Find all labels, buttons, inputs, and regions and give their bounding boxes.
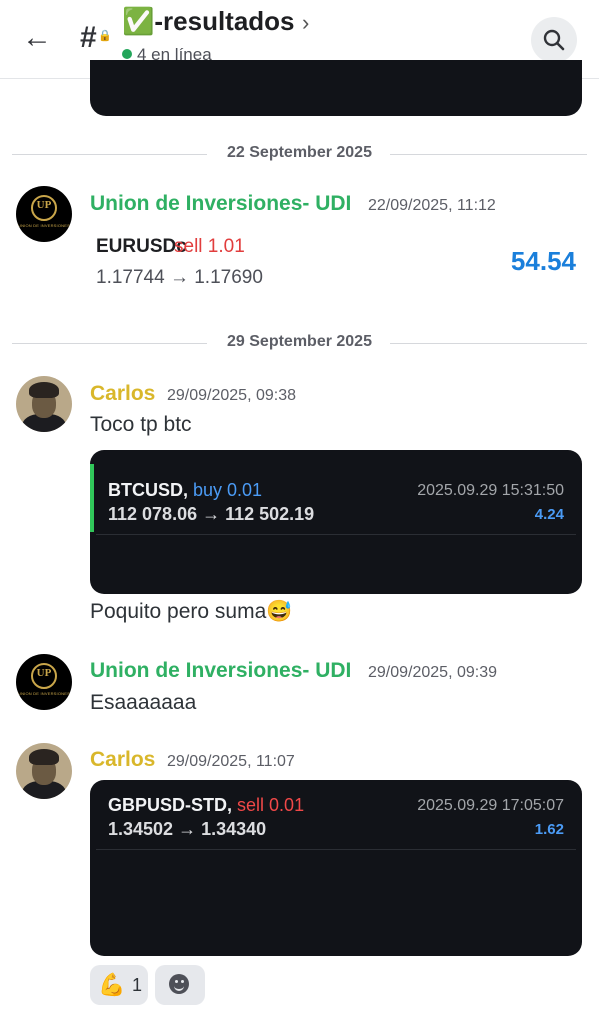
trade-pnl: 1.62 (534, 821, 564, 838)
message-text: Toco tp btc (90, 413, 192, 436)
trade-datetime: 2025.09.29 17:05:07 (417, 797, 564, 814)
message-text: Poquito pero suma😅 (90, 600, 293, 623)
trade-symbol: GBPUSD-STD, sell 0.01 (108, 795, 305, 815)
trade-result-embed[interactable]: EURUSDc sell 1.01 1.17744 → 1.17690 54.5… (90, 226, 582, 292)
date-divider: 29 September 2025 (12, 333, 587, 353)
date-divider: 22 September 2025 (12, 144, 587, 164)
chevron-right-icon[interactable]: › (302, 10, 309, 36)
message-timestamp: 22/09/2025, 11:12 (368, 197, 496, 214)
search-icon (543, 29, 565, 51)
udi-logo: UP (36, 199, 52, 211)
channel-title[interactable]: ✅-resultados (122, 6, 295, 37)
udi-logo: UP (36, 667, 52, 679)
avatar[interactable] (16, 376, 72, 432)
reaction-muscle[interactable]: 💪 1 (90, 965, 148, 1005)
udi-logo-caption: UNION DE INVERSIONES (17, 691, 70, 696)
trade-prices: 112 078.06 → 112 502.19 (108, 504, 315, 524)
message-author[interactable]: Union de Inversiones- UDI (90, 659, 351, 683)
trade-pnl: 54.54 (510, 246, 576, 276)
hash-lock-icon: # 🔒 (80, 21, 112, 54)
trade-side: buy 0.01 (193, 480, 263, 500)
message-timestamp: 29/09/2025, 09:39 (368, 664, 498, 681)
trade-accent-bar (90, 464, 94, 532)
online-dot-icon (122, 49, 132, 59)
date-divider-label: 22 September 2025 (227, 144, 372, 161)
previous-embed-card (90, 60, 582, 116)
trade-prices: 1.34502 → 1.34340 (108, 819, 267, 839)
trade-datetime: 2025.09.29 15:31:50 (417, 482, 564, 499)
reaction-count: 1 (132, 975, 143, 995)
message-author[interactable]: Carlos (90, 748, 155, 772)
message-timestamp: 29/09/2025, 11:07 (167, 753, 295, 770)
trade-symbol: BTCUSD, buy 0.01 (108, 480, 263, 500)
trade-screenshot-card[interactable]: BTCUSD, buy 0.01 2025.09.29 15:31:50 112… (90, 450, 582, 594)
avatar[interactable]: UP UNION DE INVERSIONES (16, 186, 72, 242)
avatar[interactable]: UP UNION DE INVERSIONES (16, 654, 72, 710)
card-divider (96, 849, 576, 850)
trade-pnl: 4.24 (534, 506, 564, 523)
add-reaction-button[interactable] (155, 965, 205, 1005)
trade-side: sell 1.01 (174, 236, 245, 257)
search-button[interactable] (531, 17, 577, 63)
date-divider-label: 29 September 2025 (227, 333, 372, 350)
message-author[interactable]: Union de Inversiones- UDI (90, 192, 351, 216)
trade-prices: 1.17744 → 1.17690 (96, 267, 263, 288)
avatar[interactable] (16, 743, 72, 799)
message-author[interactable]: Carlos (90, 382, 155, 406)
message-timestamp: 29/09/2025, 09:38 (167, 387, 297, 404)
trade-side: sell 0.01 (237, 795, 305, 815)
muscle-emoji-icon: 💪 (98, 972, 126, 997)
udi-logo-caption: UNION DE INVERSIONES (17, 223, 70, 228)
message-text: Esaaaaaaa (90, 691, 197, 714)
smiley-icon (169, 974, 189, 994)
trade-screenshot-card[interactable]: GBPUSD-STD, sell 0.01 2025.09.29 17:05:0… (90, 780, 582, 956)
back-arrow-icon[interactable]: ← (22, 20, 58, 56)
card-divider (96, 534, 576, 535)
